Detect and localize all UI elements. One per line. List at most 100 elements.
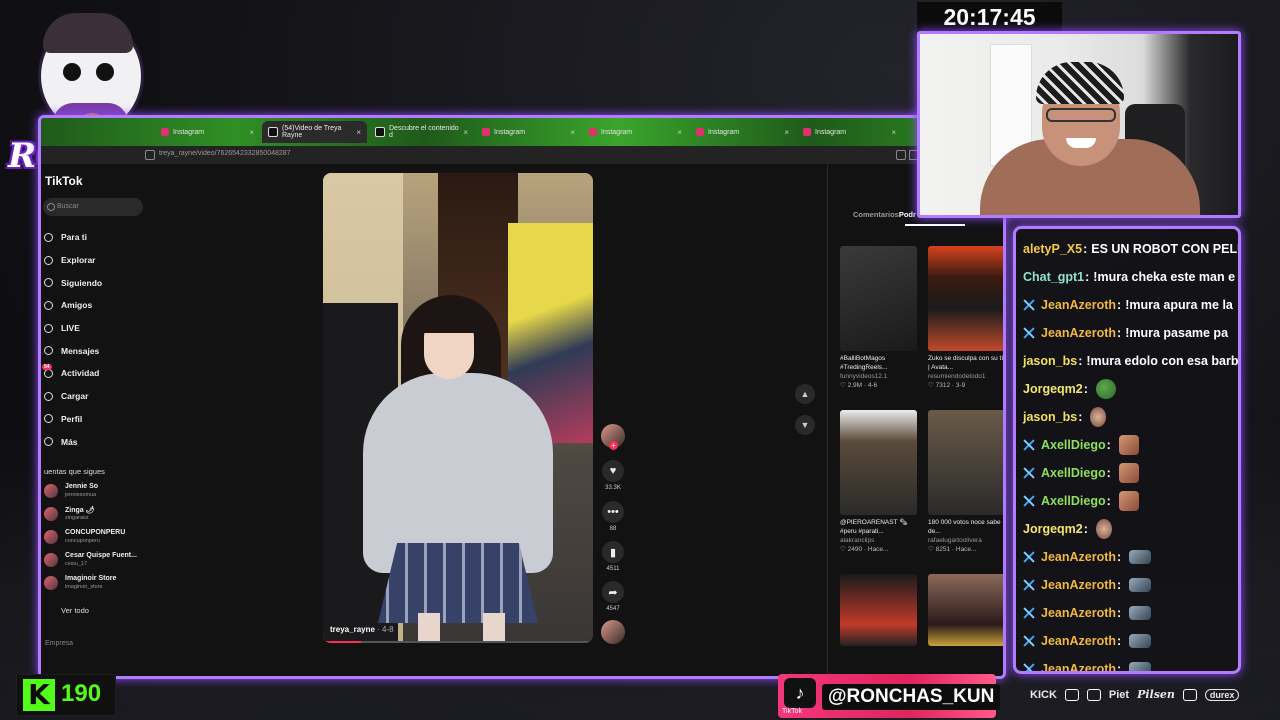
- instagram-icon: [589, 128, 597, 136]
- browser-tab[interactable]: Instagram ×: [155, 121, 260, 143]
- like-action[interactable]: ♥ 33.3K: [598, 460, 628, 491]
- browser-tab[interactable]: Instagram ×: [583, 121, 688, 143]
- related-caption[interactable]: 180 000 votos noce sabe de... rafaelugar…: [928, 518, 1003, 554]
- chat-username[interactable]: JeanAzeroth: [1041, 634, 1116, 648]
- close-tab-icon[interactable]: ×: [677, 128, 682, 137]
- sidebar-item-label: Cargar: [61, 391, 89, 402]
- related-thumb[interactable]: [840, 574, 917, 646]
- related-caption[interactable]: #BalliBotMagos #TredingReels... funnyvid…: [840, 354, 920, 390]
- sidebar-item-siguiendo[interactable]: Siguiendo: [44, 271, 164, 294]
- related-thumb[interactable]: [928, 410, 1003, 515]
- chat-colon: :: [1078, 410, 1083, 424]
- chat-colon: :: [1117, 634, 1122, 648]
- sidebar-item-actividad[interactable]: 54 Actividad: [42, 362, 164, 385]
- chat-username[interactable]: AxellDiego: [1041, 438, 1106, 452]
- comment-action[interactable]: ••• 88: [598, 501, 628, 532]
- browser-tab[interactable]: Descubre el contenido d ×: [369, 121, 474, 143]
- followed-account[interactable]: Cesar Quispe Fuent... cesiu_17: [44, 551, 164, 573]
- video-author[interactable]: treya_rayne: [330, 625, 375, 634]
- chat-emote-icon: [1129, 634, 1152, 648]
- chat-username[interactable]: JeanAzeroth: [1041, 326, 1116, 340]
- search-input[interactable]: Buscar: [43, 198, 143, 216]
- related-channel: resumiendodetodo1: [928, 373, 986, 380]
- heart-icon[interactable]: ♥: [602, 460, 624, 482]
- close-tab-icon[interactable]: ×: [249, 128, 254, 137]
- related-caption[interactable]: Zuko se disculpa con su tío | Avata... r…: [928, 354, 1003, 390]
- video-player[interactable]: treya_rayne · 4-8: [323, 173, 593, 643]
- chat-username[interactable]: JeanAzeroth: [1041, 550, 1116, 564]
- video-progress-bar[interactable]: [323, 641, 593, 643]
- chat-username[interactable]: JeanAzeroth: [1041, 298, 1116, 312]
- sound-disc-avatar[interactable]: [601, 620, 625, 644]
- company-link[interactable]: Empresa: [45, 640, 73, 647]
- comment-icon[interactable]: •••: [602, 501, 624, 523]
- save-action[interactable]: ▮ 4511: [598, 541, 628, 572]
- close-tab-icon[interactable]: ×: [356, 128, 361, 137]
- url-text[interactable]: treya_rayne/video/7626542332850048287: [159, 150, 291, 157]
- account-name: Zinga 🌶: [65, 507, 95, 514]
- followed-account[interactable]: CONCUPONPERU concuponperu: [44, 528, 164, 550]
- chat-username[interactable]: Jorgeqm2: [1023, 522, 1083, 536]
- see-all-link[interactable]: Ver todo: [61, 606, 89, 615]
- sidebar-item-label: Amigos: [61, 300, 93, 311]
- browser-tab[interactable]: Instagram ×: [797, 121, 902, 143]
- chat-username[interactable]: jason_bs: [1023, 354, 1077, 368]
- account-handle: concuponperu: [65, 538, 100, 544]
- sidebar-item-mensajes[interactable]: Mensajes: [44, 339, 164, 362]
- close-tab-icon[interactable]: ×: [891, 128, 896, 137]
- kick-viewer-counter: K 190: [16, 674, 116, 716]
- chat-username[interactable]: aletyP_X5: [1023, 242, 1082, 256]
- account-handle: cesiu_17: [65, 561, 88, 567]
- chat-username[interactable]: AxellDiego: [1041, 494, 1106, 508]
- chat-username[interactable]: JeanAzeroth: [1041, 578, 1116, 592]
- followed-account[interactable]: Imaginoir Store imaginoir_store: [44, 574, 164, 596]
- tab-podcasts[interactable]: Podr: [899, 210, 916, 219]
- account-handle: imaginoir_store: [65, 584, 103, 590]
- share-icon[interactable]: ➦: [602, 581, 624, 603]
- sidebar-item-label: Perfil: [61, 413, 83, 424]
- related-caption[interactable]: @PIEROARENAST 🗞 #peru #parati... alakran…: [840, 518, 920, 554]
- chat-colon: :: [1085, 270, 1090, 284]
- browser-tab[interactable]: Instagram ×: [690, 121, 795, 143]
- related-thumb[interactable]: [840, 410, 917, 515]
- previous-video-button[interactable]: ▲: [795, 384, 815, 404]
- browser-tab[interactable]: (54)Video de Treya Rayne ×: [262, 121, 367, 143]
- sidebar-item-label: Mensajes: [61, 345, 100, 356]
- tiktok-logo[interactable]: TikTok: [45, 174, 83, 188]
- followed-account[interactable]: Zinga 🌶 zingarasz: [44, 505, 164, 527]
- sidebar-item-para-ti[interactable]: Para ti: [44, 226, 164, 249]
- bookmark-icon[interactable]: ▮: [602, 541, 624, 563]
- chat-username[interactable]: Chat_gpt1: [1023, 270, 1084, 284]
- sidebar-item-cargar[interactable]: Cargar: [44, 385, 164, 408]
- sidebar-item-live[interactable]: LIVE: [44, 317, 164, 340]
- tiktok-handle-banner: ♪ TikTok @RONCHAS_KUN: [778, 674, 1001, 718]
- chat-username[interactable]: JeanAzeroth: [1041, 606, 1116, 620]
- related-thumb[interactable]: [840, 246, 917, 351]
- creator-avatar[interactable]: +: [601, 424, 625, 450]
- sidebar-item-perfil[interactable]: Perfil: [44, 408, 164, 431]
- followed-account[interactable]: Jennie So jenniesomua: [44, 482, 164, 504]
- related-thumb[interactable]: [928, 246, 1003, 351]
- tab-comments[interactable]: Comentarios: [853, 210, 899, 219]
- close-tab-icon[interactable]: ×: [463, 128, 468, 137]
- related-stats: ♡ 8251 · Hace...: [928, 546, 977, 553]
- follow-plus-icon[interactable]: +: [609, 441, 618, 450]
- related-thumb[interactable]: [928, 574, 1003, 646]
- chat-username[interactable]: jason_bs: [1023, 410, 1077, 424]
- chat-username[interactable]: Jorgeqm2: [1023, 382, 1083, 396]
- sidebar-item-m-s[interactable]: Más: [44, 430, 164, 453]
- browser-tab[interactable]: Instagram ×: [476, 121, 581, 143]
- chat-username[interactable]: AxellDiego: [1041, 466, 1106, 480]
- sidebar-item-explorar[interactable]: Explorar: [44, 249, 164, 272]
- browser-tab-label: Descubre el contenido d: [389, 125, 459, 139]
- chat-emote-icon: [1129, 662, 1152, 671]
- close-tab-icon[interactable]: ×: [570, 128, 575, 137]
- address-bar[interactable]: treya_rayne/video/7626542332850048287: [41, 146, 1003, 164]
- chat-username[interactable]: JeanAzeroth: [1041, 662, 1116, 671]
- site-info-icon[interactable]: [145, 150, 155, 160]
- cast-icon[interactable]: [896, 150, 906, 160]
- next-video-button[interactable]: ▼: [795, 415, 815, 435]
- sidebar-item-amigos[interactable]: Amigos: [44, 294, 164, 317]
- share-action[interactable]: ➦ 4547: [598, 581, 628, 612]
- close-tab-icon[interactable]: ×: [784, 128, 789, 137]
